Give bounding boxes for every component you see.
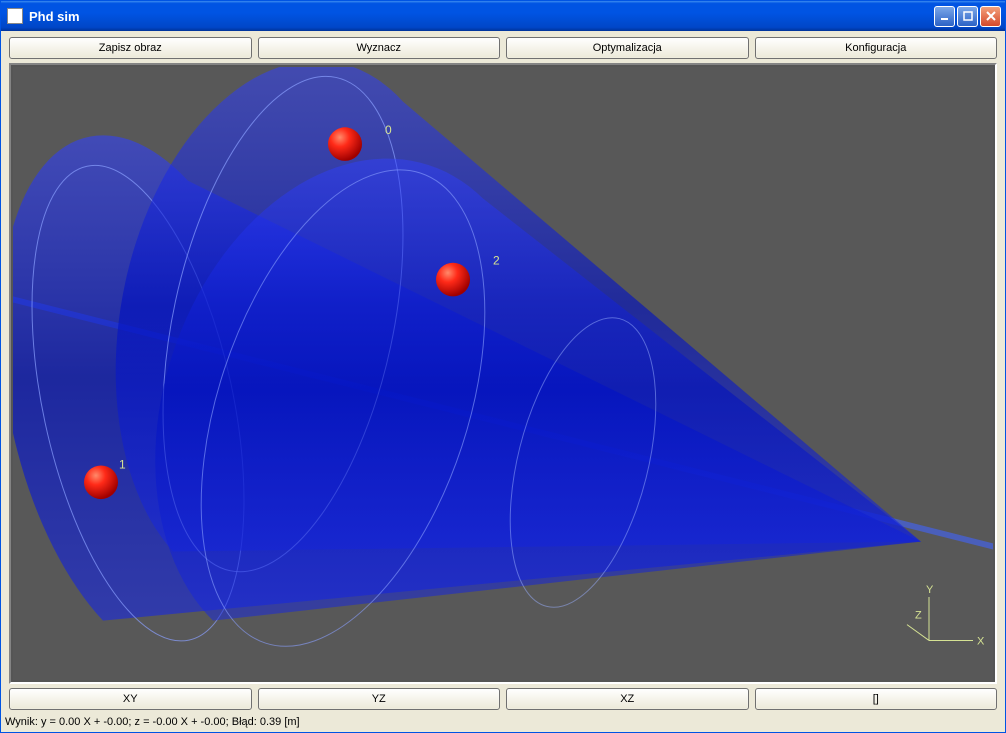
status-text: Wynik: y = 0.00 X + -0.00; z = -0.00 X +… — [5, 716, 300, 728]
view-yz-button[interactable]: YZ — [258, 688, 501, 710]
compute-button[interactable]: Wyznacz — [258, 37, 501, 59]
top-button-row: Zapisz obraz Wyznacz Optymalizacja Konfi… — [9, 37, 997, 59]
window-titlebar[interactable]: Phd sim — [1, 1, 1005, 31]
point-0 — [328, 127, 362, 161]
optimize-button[interactable]: Optymalizacja — [506, 37, 749, 59]
save-image-button[interactable]: Zapisz obraz — [9, 37, 252, 59]
view-reset-button[interactable]: [] — [755, 688, 998, 710]
svg-text:Z: Z — [915, 610, 922, 622]
axis-gizmo: X Y Z — [907, 584, 985, 647]
3d-viewport[interactable]: 0 1 2 X Y Z — [13, 67, 993, 680]
view-xy-button[interactable]: XY — [9, 688, 252, 710]
minimize-button[interactable] — [934, 6, 955, 27]
maximize-button[interactable] — [957, 6, 978, 27]
view-xz-button[interactable]: XZ — [506, 688, 749, 710]
svg-text:X: X — [977, 635, 985, 647]
app-icon — [7, 8, 23, 24]
point-1 — [84, 465, 118, 499]
viewport-frame: 0 1 2 X Y Z — [9, 63, 997, 684]
bottom-button-row: XY YZ XZ [] — [9, 688, 997, 710]
window-title: Phd sim — [29, 9, 934, 24]
point-0-label: 0 — [385, 123, 392, 137]
point-2-label: 2 — [493, 254, 500, 268]
configure-button[interactable]: Konfiguracja — [755, 37, 998, 59]
status-bar: Wynik: y = 0.00 X + -0.00; z = -0.00 X +… — [1, 714, 1005, 732]
point-2 — [436, 263, 470, 297]
close-button[interactable] — [980, 6, 1001, 27]
svg-text:Y: Y — [926, 584, 934, 596]
point-1-label: 1 — [119, 457, 126, 471]
